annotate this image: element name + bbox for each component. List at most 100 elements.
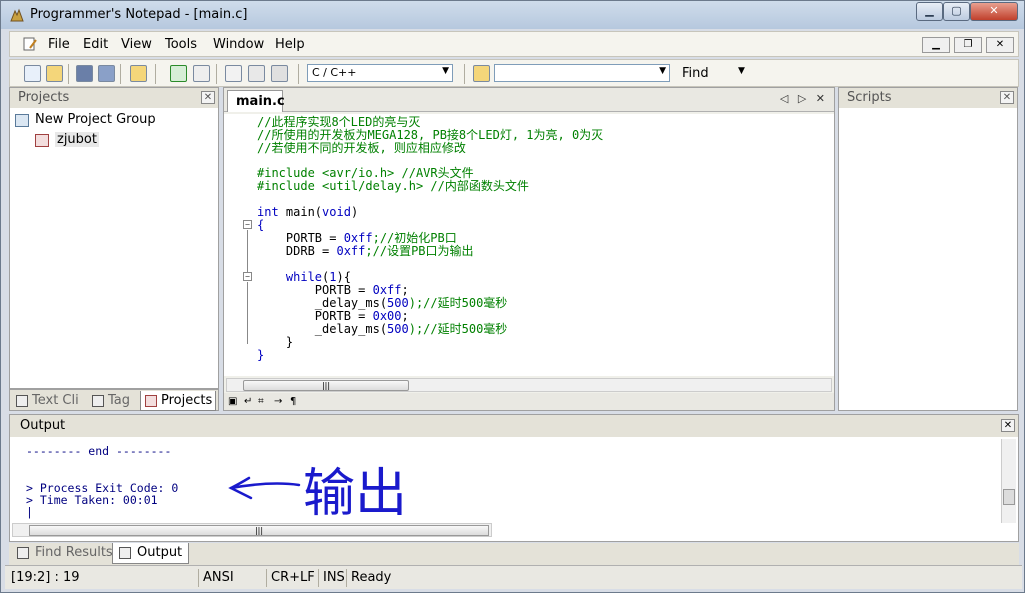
document-edit-icon [23, 37, 37, 51]
tab-projects[interactable]: Projects [140, 391, 216, 411]
mdi-close-button[interactable]: ✕ [986, 37, 1014, 53]
scripts-panel: Scripts ✕ [838, 87, 1018, 411]
tree-item-project[interactable]: zjubot [13, 132, 156, 152]
toolbar-separator [155, 64, 156, 84]
code-preprocessor: #include [257, 166, 315, 180]
menu-window[interactable]: Window [213, 37, 264, 52]
title-bar[interactable]: Programmer's Notepad - [main.c] ▁ ▢ ✕ [1, 1, 1024, 29]
code-keyword: while [257, 270, 323, 284]
show-line-endings-icon[interactable]: ¶ [290, 396, 296, 407]
tree-item-project-group[interactable]: New Project Group [13, 112, 156, 132]
code-brace: { [257, 218, 265, 232]
editor-scroll-thumb[interactable]: ||| [243, 380, 409, 391]
fold-line [247, 282, 248, 344]
mdi-restore-button[interactable]: ❐ [954, 37, 982, 53]
editor-tab-navigation[interactable]: ◁ ▷ ✕ [780, 92, 828, 105]
scripts-panel-title: Scripts [847, 90, 892, 105]
tab-label: Find Results [35, 545, 113, 560]
find-options-chevron-icon[interactable]: ▼ [738, 66, 745, 76]
toolbar-separator [120, 64, 121, 84]
status-bar: [19:2] : 19 ANSI CR+LF INS Ready [5, 565, 1022, 589]
new-file-icon[interactable] [24, 65, 41, 82]
output-panel-close-icon[interactable]: ✕ [1001, 419, 1015, 432]
code-line: //若使用不同的开发板, 则应相应修改 [257, 142, 466, 155]
editor-horizontal-scrollbar[interactable]: ||| [226, 378, 832, 392]
output-hscroll-thumb[interactable]: ||| [29, 525, 489, 536]
code-text: _delay_ms( [257, 296, 388, 310]
menu-file[interactable]: File [48, 37, 70, 52]
tab-output[interactable]: Output [112, 543, 190, 564]
status-line-ending[interactable]: CR+LF [267, 569, 319, 587]
code-number: 0xff [336, 244, 366, 258]
minimize-button[interactable]: ▁ [916, 2, 943, 21]
code-text: ) [350, 205, 359, 219]
fold-collapse-icon[interactable]: − [243, 220, 252, 229]
menu-edit[interactable]: Edit [83, 37, 108, 52]
projects-icon [145, 395, 157, 407]
output-vscroll-thumb[interactable] [1003, 489, 1015, 505]
code-editor[interactable]: − − //此程序实现8个LED的亮与灭 //所使用的开发板为MEGA128, … [224, 114, 834, 376]
code-include-path: <avr/io.h> [314, 166, 395, 180]
language-select[interactable]: C / C++ ▼ [307, 64, 453, 82]
output-vertical-scrollbar[interactable] [1001, 439, 1016, 523]
tab-tags[interactable]: Tag [88, 391, 138, 411]
word-wrap-icon[interactable]: ↵ [244, 396, 252, 407]
tab-label: Text Cli [32, 393, 79, 408]
close-button[interactable]: ✕ [970, 2, 1018, 21]
tree-item-label: zjubot [55, 132, 99, 147]
find-input[interactable]: ▼ [494, 64, 670, 82]
project-group-icon [15, 114, 29, 127]
redo-icon[interactable] [193, 65, 210, 82]
cut-icon[interactable] [225, 65, 242, 82]
fold-collapse-icon[interactable]: − [243, 272, 252, 281]
code-line: _delay_ms(500);//延时500毫秒 [257, 322, 508, 336]
projects-panel-close-icon[interactable]: ✕ [201, 91, 215, 104]
code-comment: //若使用不同的开发板, 则应相应修改 [257, 141, 466, 155]
code-line: int main(void) [257, 206, 358, 219]
menu-tools[interactable]: Tools [165, 37, 197, 52]
tab-text-clips[interactable]: Text Cli [12, 391, 84, 411]
editor-tab-main-c[interactable]: main.c [227, 90, 285, 112]
code-text: DDRB = [257, 244, 337, 258]
status-encoding[interactable]: ANSI [199, 569, 267, 587]
code-comment: );//延时500毫秒 [408, 322, 508, 336]
code-preprocessor: #include [257, 179, 315, 193]
scripts-panel-close-icon[interactable]: ✕ [1000, 91, 1014, 104]
output-text[interactable]: -------- end -------- > Process Exit Cod… [26, 445, 178, 519]
code-text: _delay_ms( [257, 322, 388, 336]
chevron-down-icon: ▼ [659, 66, 666, 76]
code-comment: ;//初始化PB口 [372, 231, 457, 245]
status-insert-mode: INS [319, 569, 347, 587]
code-text: PORTB = [257, 231, 344, 245]
code-line: DDRB = 0xff;//设置PB口为输出 [257, 245, 474, 258]
find-button[interactable]: Find [682, 66, 709, 81]
line-numbers-icon[interactable]: ⌗ [258, 396, 264, 407]
paste-icon[interactable] [271, 65, 288, 82]
mdi-minimize-button[interactable]: ▁ [922, 37, 950, 53]
toolbar: C / C++ ▼ ▼ Find ▼ [9, 59, 1019, 87]
editor-tab-label: main.c [236, 94, 285, 109]
find-in-files-icon[interactable] [473, 65, 490, 82]
save-icon[interactable] [76, 65, 93, 82]
code-text: ; [401, 283, 409, 297]
copy-icon[interactable] [248, 65, 265, 82]
code-comment: //AVR头文件 [394, 166, 474, 180]
tab-find-results[interactable]: Find Results [11, 543, 119, 564]
menu-help[interactable]: Help [275, 37, 305, 52]
maximize-button[interactable]: ▢ [943, 2, 970, 21]
code-number: 0xff [372, 283, 402, 297]
open-folder-icon[interactable] [46, 65, 63, 82]
output-icon [119, 547, 131, 559]
view-mode-icon[interactable]: ▣ [228, 396, 237, 407]
show-tabs-icon[interactable]: → [274, 396, 282, 407]
code-number: 500 [387, 296, 409, 310]
menu-view[interactable]: View [121, 37, 152, 52]
open-project-icon[interactable] [130, 65, 147, 82]
annotation-text: 输出 [303, 464, 407, 524]
undo-icon[interactable] [170, 65, 187, 82]
bottom-panel-tabs: Find Results Output [9, 543, 1019, 565]
projects-panel-header: Projects ✕ [10, 88, 218, 108]
save-all-icon[interactable] [98, 65, 115, 82]
code-comment: //所使用的开发板为MEGA128, PB接8个LED灯, 1为亮, 0为灭 [257, 128, 604, 142]
code-brace: } [257, 348, 265, 362]
